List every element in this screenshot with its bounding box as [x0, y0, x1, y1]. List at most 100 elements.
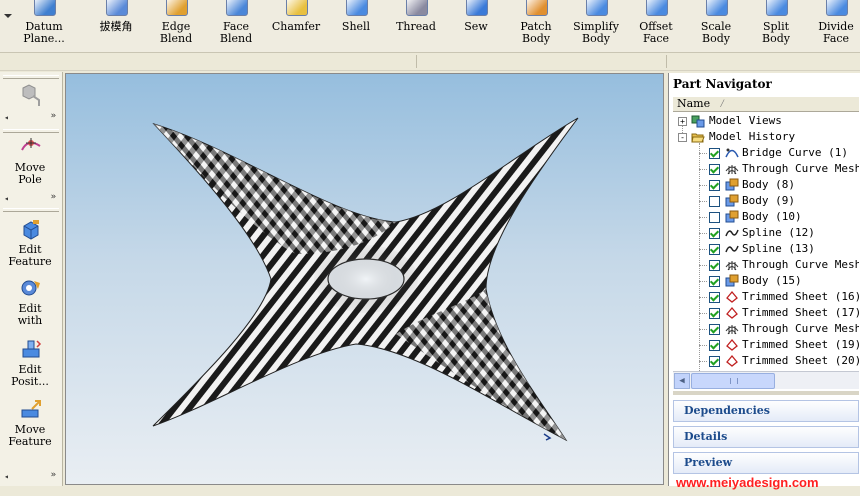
face-blend-label: Face Blend [219, 20, 253, 45]
tree-item[interactable]: Spline (12) [673, 225, 859, 241]
divide-face-label: Divide Face [818, 20, 854, 45]
navigator-splitter[interactable] [673, 391, 859, 395]
toolbar-dropdown-arrow-icon[interactable] [4, 14, 12, 18]
sort-indicator-icon: ⁄ [719, 97, 726, 110]
patch-body-button[interactable]: Patch Body [506, 0, 566, 50]
offset-face-button[interactable]: Offset Face [626, 0, 686, 50]
edit-position-button[interactable]: Edit Posit... [2, 338, 58, 394]
divide-face-button[interactable]: Divide Face [806, 0, 860, 50]
draft-button[interactable]: 拔模角 [86, 0, 146, 50]
navigator-title: Part Navigator [669, 73, 860, 95]
collapse-icon[interactable]: - [678, 133, 687, 142]
tree-item[interactable]: Body (8) [673, 177, 859, 193]
simplify-body-button[interactable]: Simplify Body [566, 0, 626, 50]
shell-button[interactable]: Shell [326, 0, 386, 50]
visibility-checkbox[interactable] [709, 244, 720, 255]
palette-scroll-arrows[interactable]: ◂» [4, 470, 58, 481]
visibility-checkbox[interactable] [709, 308, 720, 319]
datum-plane-button[interactable]: Datum Plane... [14, 0, 74, 50]
visibility-checkbox[interactable] [709, 196, 720, 207]
tree-item-label: Trimmed Sheet (17) [742, 306, 859, 319]
thread-button[interactable]: Thread [386, 0, 446, 50]
through-curve-mesh-icon [725, 165, 739, 175]
visibility-checkbox[interactable] [709, 148, 720, 159]
edit-feature-button[interactable]: Edit Feature [2, 218, 58, 274]
draft-label: 拔模角 [99, 20, 133, 33]
tree-item-label: Body (10) [742, 210, 802, 223]
tree-item-label: Spline (13) [742, 242, 815, 255]
shell-icon [346, 0, 368, 16]
tree-item[interactable]: Body (15) [673, 273, 859, 289]
scroll-left-icon[interactable]: ◀ [674, 373, 690, 389]
visibility-checkbox[interactable] [709, 340, 720, 351]
move-pole-label: Move Pole [14, 161, 46, 186]
model-views-icon [691, 115, 705, 128]
chamfer-button[interactable]: Chamfer [266, 0, 326, 50]
face-blend-button[interactable]: Face Blend [206, 0, 266, 50]
tree-horizontal-scrollbar[interactable]: ◀ [673, 371, 859, 389]
visibility-checkbox[interactable] [709, 292, 720, 303]
tree-item[interactable]: Bridge Curve (1) [673, 145, 859, 161]
edge-blend-label: Edge Blend [159, 20, 193, 45]
move-pole-button[interactable]: Move Pole [2, 136, 58, 192]
tree-item-label: Through Curve Mesh [742, 258, 859, 271]
palette-divider [3, 208, 59, 212]
spline-icon [725, 229, 739, 237]
visibility-checkbox[interactable] [709, 164, 720, 175]
tree-group-label: Model History [709, 130, 796, 143]
tree-item-label: Trimmed Sheet (20) [742, 354, 859, 367]
chamfer-label: Chamfer [271, 20, 321, 33]
trimmed-sheet-icon [726, 338, 738, 351]
preview-panel[interactable]: Preview [673, 452, 859, 474]
toolbar-strip [0, 53, 860, 71]
move-feature-button[interactable]: Move Feature [2, 398, 58, 454]
column-name[interactable]: Name [677, 97, 710, 111]
palette-scroll-arrows[interactable]: ◂» [4, 192, 58, 203]
tree-item[interactable]: Trimmed Sheet (20) [673, 353, 859, 369]
tree-group-model-views[interactable]: + Model Views [673, 113, 859, 129]
palette-grip[interactable] [3, 75, 59, 79]
visibility-checkbox[interactable] [709, 180, 720, 191]
tree-item[interactable]: Through Curve Mesh [673, 161, 859, 177]
visibility-checkbox[interactable] [709, 260, 720, 271]
sew-icon [466, 0, 488, 16]
navigator-column-header[interactable]: Name ⁄ [673, 97, 859, 112]
thread-icon [406, 0, 428, 16]
sew-button[interactable]: Sew [446, 0, 506, 50]
patch-body-label: Patch Body [520, 20, 552, 45]
edit-with-button[interactable]: Edit with [2, 277, 58, 333]
visibility-checkbox[interactable] [709, 356, 720, 367]
visibility-checkbox[interactable] [709, 324, 720, 335]
edge-blend-icon [166, 0, 188, 16]
visibility-checkbox[interactable] [709, 276, 720, 287]
tree-item[interactable]: Through Curve Mesh [673, 321, 859, 337]
trimmed-sheet-icon [726, 306, 738, 319]
palette-scroll-arrows[interactable]: ◂» [4, 111, 58, 122]
tree-item[interactable]: Body (9) [673, 193, 859, 209]
details-panel[interactable]: Details [673, 426, 859, 448]
part-navigator: Part Navigator Name ⁄ + Model Views - Model… [668, 73, 860, 486]
graphics-viewport[interactable] [65, 73, 664, 485]
edge-blend-button[interactable]: Edge Blend [146, 0, 206, 50]
tree-item-label: Through Curve Mesh [742, 322, 859, 335]
tree-item[interactable]: Trimmed Sheet (16) [673, 289, 859, 305]
tree-item[interactable]: Trimmed Sheet (17) [673, 305, 859, 321]
tree-item[interactable]: Through Curve Mesh [673, 257, 859, 273]
split-body-button[interactable]: Split Body [746, 0, 806, 50]
scroll-thumb[interactable] [691, 373, 775, 389]
visibility-checkbox[interactable] [709, 212, 720, 223]
tree-group-model-history[interactable]: - Model History [673, 129, 859, 145]
scale-body-button[interactable]: Scale Body [686, 0, 746, 50]
expand-icon[interactable]: + [678, 117, 687, 126]
dependencies-panel[interactable]: Dependencies [673, 400, 859, 422]
through-curve-mesh-icon [725, 325, 739, 335]
shell-label: Shell [341, 20, 371, 33]
visibility-checkbox[interactable] [709, 228, 720, 239]
tree-item[interactable]: Trimmed Sheet (19) [673, 337, 859, 353]
tree-item[interactable]: Spline (13) [673, 241, 859, 257]
tree-item[interactable]: Body (10) [673, 209, 859, 225]
watermark-text: www.meiyadesign.com [676, 475, 819, 490]
zebra-surface-model [152, 117, 579, 442]
tree-item-label: Body (9) [742, 194, 795, 207]
tree-item-label: Body (15) [742, 274, 802, 287]
